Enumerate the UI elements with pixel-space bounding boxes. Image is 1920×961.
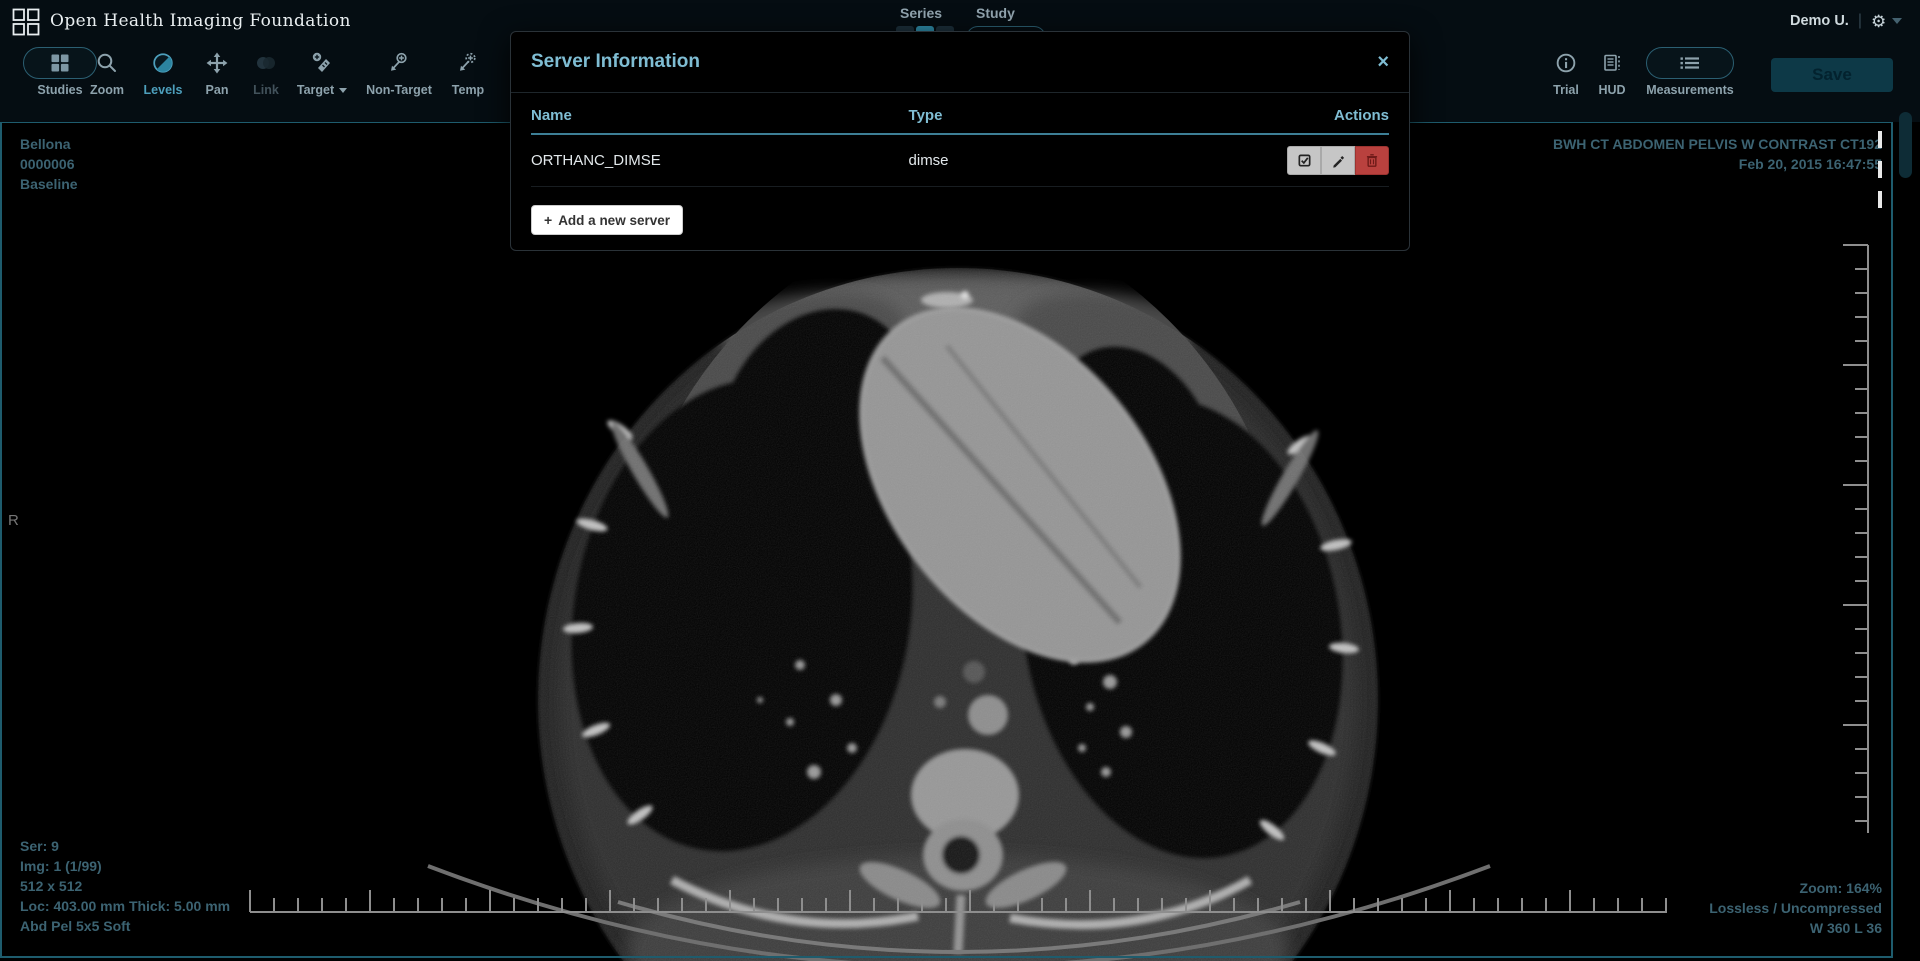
ruler-target-icon: [311, 52, 333, 74]
tool-trial[interactable]: Trial: [1546, 46, 1586, 112]
image-dimensions: 512 x 512: [20, 876, 230, 896]
grid-icon: [51, 54, 69, 72]
server-table: Name Type Actions ORTHANC_DIMSE dimse: [531, 93, 1389, 187]
pan-arrows-icon: [206, 52, 228, 74]
column-header-actions: Actions: [1260, 93, 1389, 134]
tool-zoom[interactable]: Zoom: [84, 46, 130, 112]
timepoint-label: Baseline: [20, 174, 78, 194]
info-circle-icon: [1555, 52, 1577, 74]
overlay-top-left: Bellona 0000006 Baseline: [20, 134, 78, 194]
window-level: W 360 L 36: [1709, 918, 1882, 938]
scrollbar-thumb[interactable]: [1899, 112, 1912, 178]
tool-label: Levels: [144, 83, 183, 97]
ohif-logo-icon: [12, 8, 40, 36]
tool-label: Studies: [37, 83, 82, 97]
series-number: Ser: 9: [20, 836, 230, 856]
study-description: BWH CT ABDOMEN PELVIS W CONTRAST CT192: [1553, 134, 1882, 154]
hud-panel-icon: [1601, 52, 1623, 74]
edit-server-button[interactable]: [1321, 146, 1355, 175]
scroll-indicator-dash: [1878, 191, 1882, 208]
tool-label: HUD: [1598, 83, 1625, 97]
tool-label: Zoom: [90, 83, 124, 97]
add-server-label: Add a new server: [558, 213, 670, 228]
study-datetime: Feb 20, 2015 16:47:55: [1553, 154, 1882, 174]
tool-levels[interactable]: Levels: [138, 46, 188, 112]
pencil-icon: [1331, 154, 1345, 168]
row-actions: [1287, 146, 1389, 175]
checkbox-check-icon: [1297, 153, 1312, 168]
user-menu[interactable]: Demo U. | ⚙: [1790, 8, 1902, 34]
save-button[interactable]: Save: [1771, 58, 1893, 92]
tab-study[interactable]: Study: [976, 5, 1015, 21]
delete-server-button[interactable]: [1355, 146, 1389, 175]
tab-series[interactable]: Series: [900, 5, 942, 21]
modal-title: Server Information: [531, 51, 700, 73]
nontarget-icon: [388, 52, 410, 74]
overlay-bottom-right: Zoom: 164% Lossless / Uncompressed W 360…: [1709, 878, 1882, 938]
tool-measurements[interactable]: Measurements: [1640, 46, 1740, 112]
trash-icon: [1365, 153, 1379, 168]
chevron-down-icon: [339, 88, 347, 93]
patient-name: Bellona: [20, 134, 78, 154]
tool-label: Trial: [1553, 83, 1579, 97]
tool-label: Non-Target: [366, 83, 432, 97]
patient-id: 0000006: [20, 154, 78, 174]
chevron-down-icon: [1892, 18, 1902, 24]
tool-label: Pan: [206, 83, 229, 97]
modal-body: Name Type Actions ORTHANC_DIMSE dimse: [511, 93, 1409, 235]
contrast-circle-icon: [152, 52, 174, 74]
divider: |: [1858, 12, 1862, 30]
right-ruler: [1843, 245, 1868, 833]
modal-header: Server Information ×: [511, 32, 1409, 93]
list-icon: [1677, 53, 1703, 73]
table-row: ORTHANC_DIMSE dimse: [531, 134, 1389, 187]
gear-icon[interactable]: ⚙: [1871, 13, 1886, 30]
close-icon[interactable]: ×: [1377, 52, 1389, 72]
link-circles-icon: [253, 53, 279, 73]
scroll-indicator-dash: [1878, 161, 1882, 178]
tool-hud[interactable]: HUD: [1592, 46, 1632, 112]
magnifier-icon: [96, 52, 118, 74]
column-header-type: Type: [909, 93, 1261, 134]
server-type-cell: dimse: [909, 134, 1261, 187]
tool-label: Target: [297, 83, 347, 97]
user-name: Demo U.: [1790, 13, 1849, 29]
zoom-level: Zoom: 164%: [1709, 878, 1882, 898]
overlay-bottom-left: Ser: 9 Img: 1 (1/99) 512 x 512 Loc: 403.…: [20, 836, 230, 936]
image-number: Img: 1 (1/99): [20, 856, 230, 876]
tool-label: Link: [253, 83, 279, 97]
server-information-modal: Server Information × Name Type Actions O…: [510, 31, 1410, 251]
compression-info: Lossless / Uncompressed: [1709, 898, 1882, 918]
slice-location: Loc: 403.00 mm Thick: 5.00 mm: [20, 896, 230, 916]
server-name-cell: ORTHANC_DIMSE: [531, 134, 909, 187]
tool-target[interactable]: Target: [292, 46, 352, 112]
tool-label: Measurements: [1646, 83, 1734, 97]
plus-icon: +: [544, 212, 552, 228]
scroll-indicator-dash: [1878, 131, 1882, 148]
tool-pan[interactable]: Pan: [196, 46, 238, 112]
tool-non-target[interactable]: Non-Target: [360, 46, 438, 112]
tool-label: Temp: [452, 83, 484, 97]
column-header-name: Name: [531, 93, 909, 134]
tool-link[interactable]: Link: [246, 46, 286, 112]
tool-temp[interactable]: Temp: [444, 46, 492, 112]
app-title: Open Health Imaging Foundation: [50, 11, 351, 31]
orientation-marker-right: R: [8, 512, 19, 529]
temp-target-icon: [457, 52, 479, 74]
ohif-viewer-screen: Bellona 0000006 Baseline BWH CT ABDOMEN …: [0, 0, 1920, 961]
series-description: Abd Pel 5x5 Soft: [20, 916, 230, 936]
add-server-button[interactable]: + Add a new server: [531, 205, 683, 235]
activate-server-button[interactable]: [1287, 146, 1321, 175]
overlay-top-right: BWH CT ABDOMEN PELVIS W CONTRAST CT192 F…: [1553, 134, 1882, 174]
